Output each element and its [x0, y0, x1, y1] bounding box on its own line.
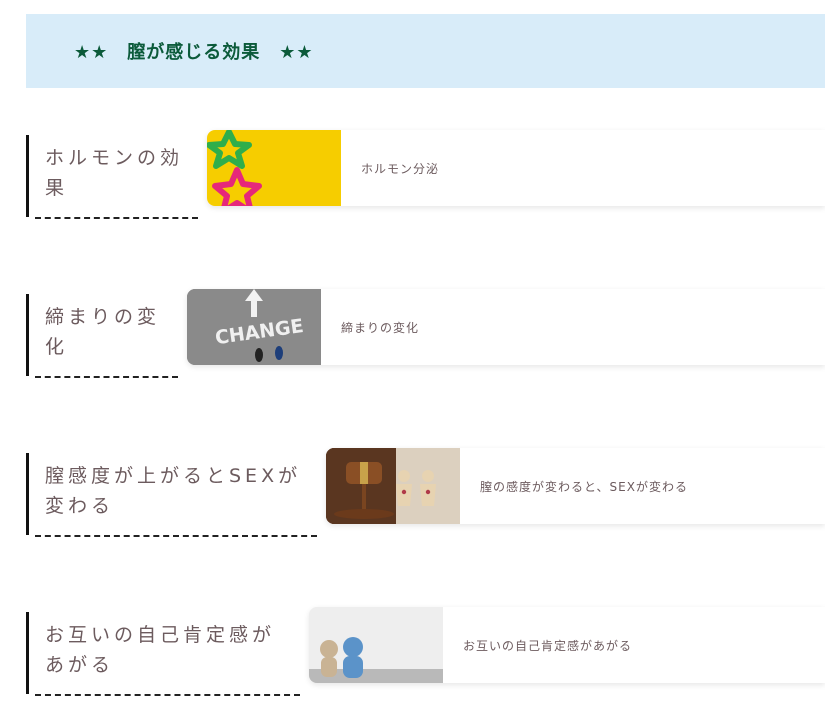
article-card-hormone[interactable]: ホルモン分泌 [207, 130, 825, 206]
section-heading-line1: ホルモンの効 [45, 147, 184, 169]
gavel-couple-image [326, 448, 460, 524]
section-heading-line1: 締まりの変 [45, 306, 161, 328]
section-heading: 膣感度が上がるとSEXが 変わる [26, 453, 317, 537]
article-card-label: 膣の感度が変わると、SEXが変わる [480, 479, 688, 494]
section-self-esteem: お互いの自己肯定感が あがる お互いの自己肯定感があがる [26, 607, 825, 696]
section-heading: ホルモンの効 果 [26, 135, 198, 219]
section-sensitivity: 膣感度が上がるとSEXが 変わる 膣の感度が変わると、SEXが変わる [26, 448, 825, 537]
section-heading-line2: 変わる [45, 495, 115, 517]
banner-title: ★★ 膣が感じる効果 ★★ [74, 42, 314, 63]
article-card-label: ホルモン分泌 [361, 161, 440, 176]
section-heading-line2: あがる [45, 654, 115, 676]
article-card-label: お互いの自己肯定感があがる [463, 638, 633, 653]
section-heading-line2: 化 [45, 336, 69, 358]
change-arrow-image: CHANGE [187, 289, 321, 365]
article-card-sensitivity[interactable]: 膣の感度が変わると、SEXが変わる [326, 448, 825, 524]
section-heading-line1: お互いの自己肯定感が [45, 624, 276, 646]
section-hormone: ホルモンの効 果 ホルモン分泌 [26, 130, 825, 219]
section-heading-line1: 膣感度が上がるとSEXが [45, 465, 302, 487]
section-heading: お互いの自己肯定感が あがる [26, 612, 300, 696]
section-banner: ★★ 膣が感じる効果 ★★ [26, 14, 825, 88]
section-heading-line2: 果 [45, 177, 69, 199]
teddy-bears-image [309, 607, 443, 683]
article-card-tightness[interactable]: CHANGE 締まりの変化 [187, 289, 825, 365]
section-heading: 締まりの変 化 [26, 294, 178, 378]
article-card-self-esteem[interactable]: お互いの自己肯定感があがる [309, 607, 825, 683]
section-tightness: 締まりの変 化 CHANGE 締まりの変化 [26, 289, 825, 378]
article-card-label: 締まりの変化 [341, 320, 420, 335]
colorful-stars-image [207, 130, 341, 206]
